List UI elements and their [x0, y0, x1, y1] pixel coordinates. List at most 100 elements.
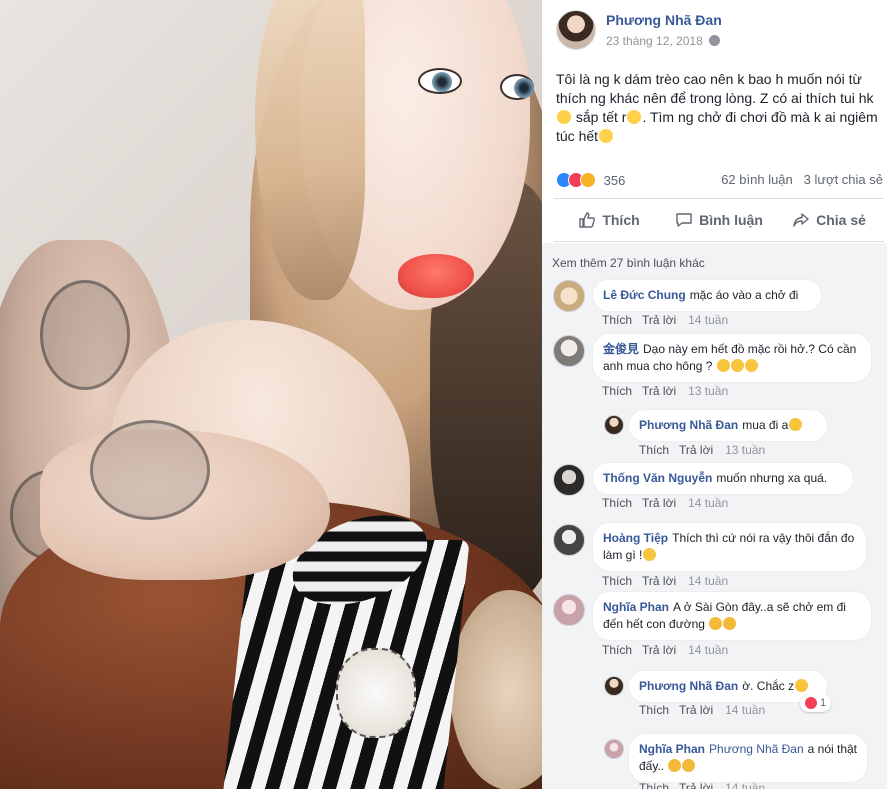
comment-time[interactable]: 14 tuần: [688, 574, 728, 588]
relieved-emoji-icon: [709, 617, 723, 630]
comments-section: Xem thêm 27 bình luận khác Lê Đức Chung m…: [542, 243, 887, 789]
comment-bubble: 金俊見 Dạo này em hết đồ mặc rồi hở.? Có cần…: [592, 333, 872, 383]
post-text: Tôi là ng k dám trèo cao nên k bao h muố…: [556, 70, 882, 146]
post-header: Phương Nhã Đan 23 tháng 12, 2018: [556, 10, 887, 54]
commenter-avatar[interactable]: [553, 524, 585, 556]
replier-avatar[interactable]: [604, 415, 624, 435]
heart-icon: [805, 697, 817, 709]
wow-reaction-icon[interactable]: [580, 172, 596, 188]
comment-meta: Thích Trả lời 13 tuần: [602, 384, 728, 398]
tagged-user-link[interactable]: Phương Nhã Đan: [709, 742, 804, 756]
post-date[interactable]: 23 tháng 12, 2018: [606, 34, 721, 48]
photo-tattoo: [90, 420, 210, 520]
commenter-avatar[interactable]: [553, 280, 585, 312]
comment-time[interactable]: 14 tuần: [688, 313, 728, 327]
comment-time[interactable]: 14 tuần: [725, 703, 765, 717]
comment-like-link[interactable]: Thích: [602, 313, 632, 327]
comment-time[interactable]: 14 tuần: [688, 643, 728, 657]
comment-meta: Thích Trả lời 14 tuần: [602, 643, 728, 657]
comment-text: muốn nhưng xa quá.: [716, 471, 828, 485]
comment-time[interactable]: 14 tuần: [725, 781, 765, 789]
comment-bubble: Lê Đức Chung mặc áo vào a chở đi: [592, 279, 822, 312]
comment-reply-link[interactable]: Trả lời: [642, 496, 676, 510]
commenter-avatar[interactable]: [553, 594, 585, 626]
comment-bubble: Hoàng Tiệp Thích thì cứ nói ra vậy thôi đ…: [592, 522, 867, 572]
reply-bubble: Phương Nhã Đan mua đi a: [628, 409, 828, 442]
comment-reaction-count: 1: [820, 697, 827, 709]
laughing-emoji-icon: [716, 359, 730, 372]
replier-avatar[interactable]: [604, 739, 624, 759]
commenter-name[interactable]: Thống Văn Nguyễn: [603, 471, 712, 485]
share-button-label: Chia sẻ: [816, 212, 866, 228]
disappointed-emoji-icon: [627, 110, 642, 124]
replier-avatar[interactable]: [604, 676, 624, 696]
commenter-avatar[interactable]: [553, 335, 585, 367]
comment-like-link[interactable]: Thích: [602, 384, 632, 398]
post-actions: Thích Bình luận Chia sẻ: [554, 198, 884, 242]
frown-emoji-icon: [557, 110, 571, 124]
comment-like-link[interactable]: Thích: [602, 496, 632, 510]
comment-text: Dạo này em hết đồ mặc rồi hở.? Có cần an…: [603, 342, 857, 373]
comment-reply-link[interactable]: Trả lời: [679, 703, 713, 717]
author-avatar[interactable]: [556, 10, 596, 50]
commenter-name[interactable]: Hoàng Tiệp: [603, 531, 668, 545]
comment-text: mua đi a: [742, 418, 789, 432]
comment-text: mặc áo vào a chở đi: [689, 288, 799, 302]
comment-reply-link[interactable]: Trả lời: [642, 643, 676, 657]
post-date-text[interactable]: 23 tháng 12, 2018: [606, 34, 703, 48]
relieved-emoji-icon: [682, 759, 696, 772]
relieved-emoji-icon: [668, 759, 682, 772]
laughing-emoji-icon: [789, 418, 803, 431]
comment-meta: Thích Trả lời 14 tuần: [602, 574, 728, 588]
comment-like-link[interactable]: Thích: [602, 643, 632, 657]
commenter-name[interactable]: Phương Nhã Đan: [639, 679, 738, 693]
comment-reaction-badge[interactable]: 1: [800, 694, 832, 712]
comment-meta: Thích Trả lời 14 tuần: [602, 313, 728, 327]
comment-reply-link[interactable]: Trả lời: [642, 574, 676, 588]
view-more-comments-link[interactable]: Xem thêm 27 bình luận khác: [552, 256, 705, 270]
comment-meta: Thích Trả lời 13 tuần: [639, 443, 765, 457]
comment-time[interactable]: 13 tuần: [725, 443, 765, 457]
comment-like-link[interactable]: Thích: [639, 781, 669, 789]
comment-reply-link[interactable]: Trả lời: [679, 443, 713, 457]
like-button-label: Thích: [602, 212, 640, 228]
comment-bubble: Nghĩa Phan A ở Sài Gòn đây..a sẽ chở em đ…: [592, 591, 872, 641]
commenter-name[interactable]: Nghĩa Phan: [603, 600, 669, 614]
laughing-emoji-icon: [795, 679, 809, 692]
comment-like-link[interactable]: Thích: [639, 703, 669, 717]
commenter-name[interactable]: Lê Đức Chung: [603, 288, 686, 302]
comment-text: ờ. Chắc z: [742, 679, 795, 693]
post-photo[interactable]: [0, 0, 542, 789]
commenter-name[interactable]: Nghĩa Phan: [639, 742, 705, 756]
post-stats: 356 62 bình luận 3 lượt chia sẻ: [556, 172, 883, 190]
comment-count[interactable]: 62 bình luận: [721, 172, 793, 187]
comment-bubble: Thống Văn Nguyễn muốn nhưng xa quá.: [592, 462, 854, 495]
share-icon: [793, 213, 809, 227]
like-button[interactable]: Thích: [554, 199, 664, 241]
commenter-name[interactable]: 金俊見: [603, 342, 639, 356]
photo-tattoo: [40, 280, 130, 390]
reaction-count[interactable]: 356: [604, 173, 626, 188]
comment-reply-link[interactable]: Trả lời: [642, 313, 676, 327]
share-button[interactable]: Chia sẻ: [774, 199, 884, 241]
comment-time[interactable]: 14 tuần: [688, 496, 728, 510]
comment-like-link[interactable]: Thích: [639, 443, 669, 457]
comment-reply-link[interactable]: Trả lời: [642, 384, 676, 398]
comment-like-link[interactable]: Thích: [602, 574, 632, 588]
comment-reply-link[interactable]: Trả lời: [679, 781, 713, 789]
globe-icon: [709, 35, 721, 46]
commenter-name[interactable]: Phương Nhã Đan: [639, 418, 738, 432]
confused-emoji-icon: [599, 129, 614, 143]
comment-button-label: Bình luận: [699, 212, 763, 228]
comment-icon: [676, 213, 692, 227]
comment-meta: Thích Trả lời 14 tuần: [639, 703, 765, 717]
reply-bubble: Nghĩa Phan Phương Nhã Đan a nói thật đấy..: [628, 733, 868, 783]
comment-button[interactable]: Bình luận: [664, 199, 774, 241]
commenter-avatar[interactable]: [553, 464, 585, 496]
share-count[interactable]: 3 lượt chia sẻ: [804, 172, 883, 187]
comment-time[interactable]: 13 tuần: [688, 384, 728, 398]
post-author[interactable]: Phương Nhã Đan: [606, 12, 722, 28]
post-text-part: sắp tết r: [572, 109, 627, 125]
laughing-emoji-icon: [744, 359, 758, 372]
laughing-emoji-icon: [643, 548, 657, 561]
